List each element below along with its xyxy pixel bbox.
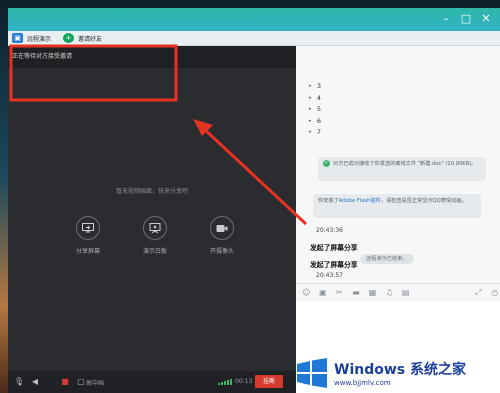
music-icon[interactable]: ♫ — [384, 288, 395, 297]
chat-number-list: • 3 • 4 • 5 • 6 • 7 — [308, 81, 321, 139]
flash-plugin-text: 你安装了Adobe Flash插件，请检查是否正常显示QQ表情动画。 — [318, 198, 467, 204]
image-icon[interactable]: ▦ — [367, 288, 378, 297]
empty-video-text: 暂无视频画面，快来分享吧 — [115, 188, 188, 195]
scissors-icon[interactable]: ✂ — [334, 288, 345, 297]
share-control-bar: 🎙 ◀ ■ ▢ 高中画 00:13 挂断 — [8, 371, 296, 393]
chat-panel: • 3 • 4 • 5 • 6 • 7 ✓ 对方已成功接收了你发送的离线文件 "新建.doc… — [296, 46, 500, 393]
remote-demo-icon[interactable]: ▣ — [12, 33, 23, 43]
close-icon[interactable]: ✕ — [478, 11, 494, 27]
camera-off-icon[interactable]: ■ — [60, 377, 70, 387]
message-time: 20:43:36 — [316, 227, 343, 234]
gif-icon[interactable]: ▣ — [318, 288, 329, 297]
file-received-card: ✓ 对方已成功接收了你发送的离线文件 "新建.doc" (10.00KB)。 — [318, 157, 486, 181]
list-item: • 6 — [308, 116, 321, 125]
screen-share-panel: 正在等待对方接受邀请 暂无视频画面，快来分享吧 分享屏幕 演示白板 开摄像头 🎙… — [8, 46, 296, 393]
watermark-title: Windows — [334, 361, 406, 378]
whiteboard-label: 演示白板 — [142, 248, 167, 255]
whiteboard-icon — [143, 216, 167, 240]
qq-chat-window: – □ ✕ ▣ 远程演示 + 邀请好友 正在等待对方接受邀请 暂无视频画面，快来… — [8, 8, 500, 393]
whiteboard-button[interactable]: 演示白板 — [133, 216, 177, 255]
emoji-icon[interactable]: ☺ — [301, 288, 312, 297]
check-icon: ✓ — [323, 160, 330, 167]
share-status-bar: 正在等待对方接受邀请 — [8, 46, 296, 68]
signal-strength-icon — [218, 379, 232, 385]
expand-icon[interactable]: ⤢ — [473, 288, 484, 298]
message-time: 20:43:57 — [316, 272, 343, 279]
invite-friend-button[interactable]: 邀请好友 — [78, 34, 102, 43]
watermark-title-cn: 系统之家 — [410, 361, 466, 378]
quality-checkbox-icon[interactable]: ▢ — [76, 377, 86, 387]
more-icon[interactable]: ▤ — [400, 288, 411, 297]
camera-icon — [210, 216, 234, 240]
share-screen-label: 分享屏幕 — [75, 248, 100, 255]
quality-label[interactable]: 高中画 — [86, 378, 104, 387]
list-item: • 3 — [308, 82, 321, 90]
input-toolbar: ☺ ▣ ✂ ▬ ▦ ♫ ▤ ⤢ ◷ — [296, 283, 500, 301]
camera-button[interactable]: 开摄像头 — [200, 216, 244, 255]
session-toolbar: ▣ 远程演示 + 邀请好友 — [8, 31, 500, 46]
flash-plugin-card: 你安装了Adobe Flash插件，请检查是否正常显示QQ表情动画。 — [313, 194, 481, 218]
speaker-icon[interactable]: ◀ — [30, 377, 40, 387]
watermark-url: www.bjjmlv.com — [334, 378, 391, 387]
remote-demo-button[interactable]: 远程演示 — [27, 34, 51, 43]
maximize-icon[interactable]: □ — [458, 11, 474, 27]
share-actions: 分享屏幕 演示白板 开摄像头 — [66, 216, 244, 255]
share-screen-button[interactable]: 分享屏幕 — [66, 216, 110, 255]
watermark-text: Windows 系统之家 www.bjjmlv.com — [334, 359, 466, 387]
camera-label: 开摄像头 — [209, 248, 234, 255]
list-item: • 4 — [308, 93, 321, 102]
history-icon[interactable]: ◷ — [490, 288, 500, 297]
watermark: Windows 系统之家 www.bjjmlv.com — [295, 352, 500, 393]
list-item: • 5 — [308, 105, 321, 113]
message-text: 发起了屏幕分享 — [310, 261, 358, 269]
monitor-share-icon — [76, 216, 100, 240]
window-controls: – □ ✕ — [438, 11, 494, 27]
waiting-status-text: 正在等待对方接受邀请 — [12, 53, 73, 60]
title-bar: – □ ✕ — [8, 8, 500, 31]
windows-logo-icon — [297, 357, 327, 388]
microphone-icon[interactable]: 🎙 — [14, 377, 24, 387]
minimize-icon[interactable]: – — [438, 11, 454, 27]
flash-plugin-link[interactable]: Adobe Flash插件 — [339, 198, 381, 204]
hangup-button[interactable]: 挂断 — [255, 375, 283, 388]
message-text: 发起了屏幕分享 — [310, 244, 358, 252]
folder-icon[interactable]: ▬ — [351, 288, 362, 297]
call-timer: 00:13 — [235, 378, 253, 385]
invite-icon[interactable]: + — [63, 33, 75, 43]
list-item: • 7 — [308, 128, 321, 136]
demo-ended-notice: 远程演示已结束。 — [360, 254, 414, 264]
